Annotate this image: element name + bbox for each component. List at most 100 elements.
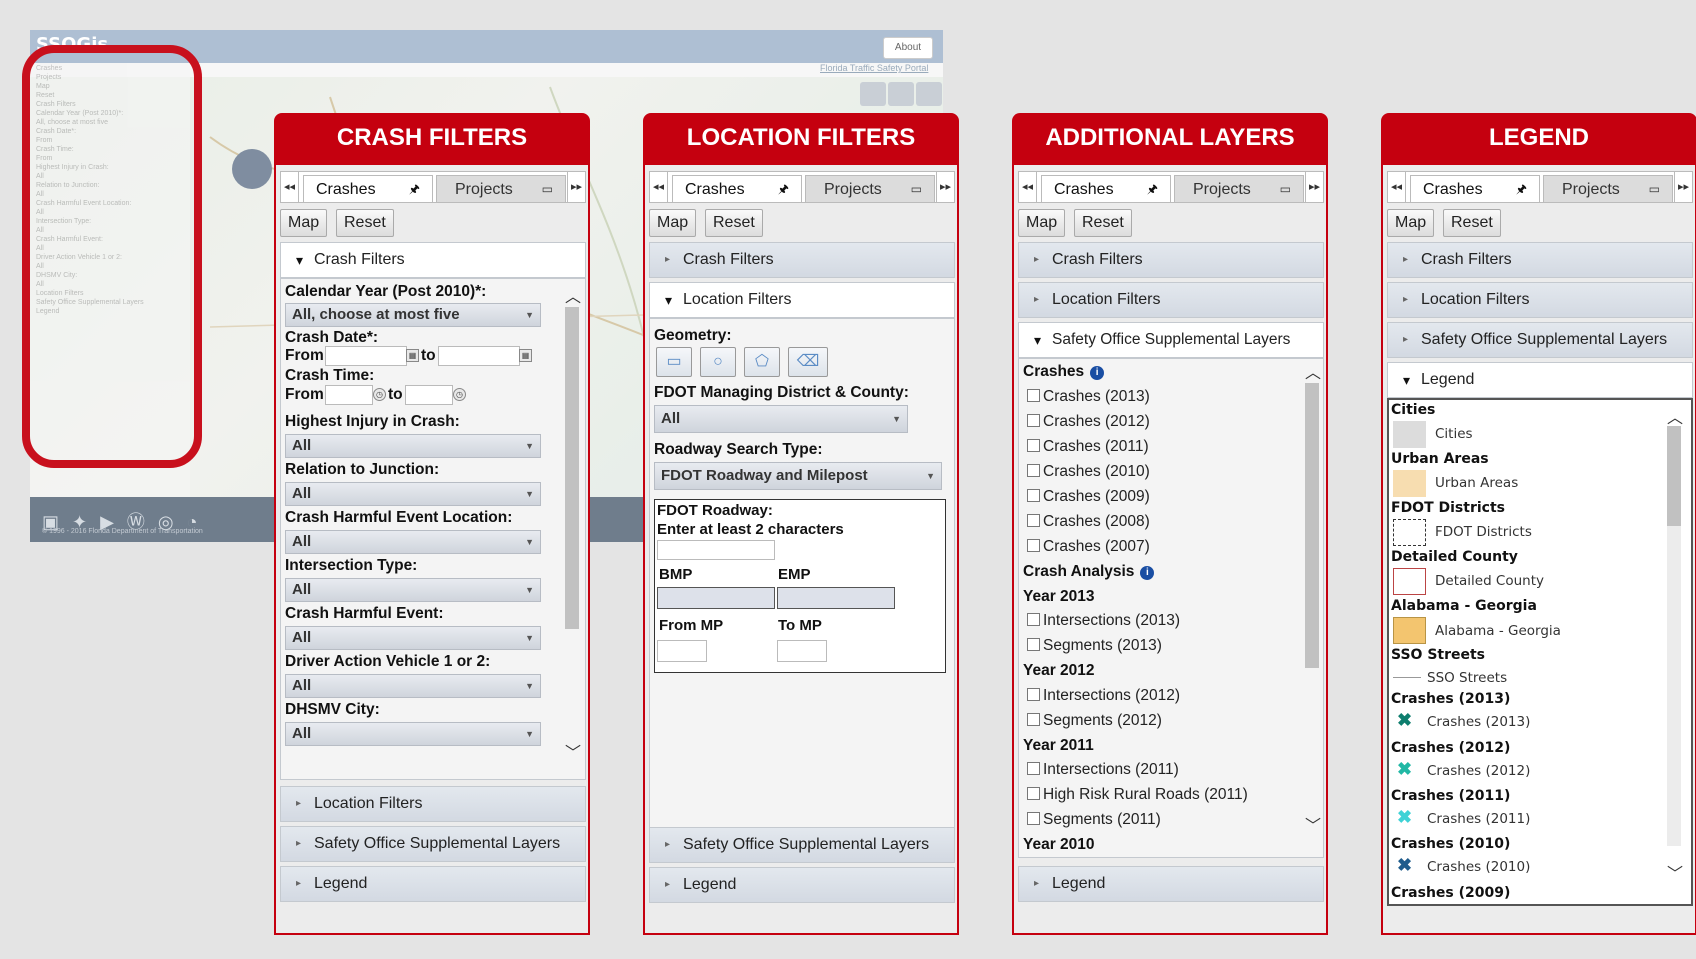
layer-checkbox[interactable]: Segments (2012): [1027, 712, 1162, 730]
map-button[interactable]: Map: [280, 209, 328, 237]
to-mp-input[interactable]: [777, 640, 827, 662]
layer-checkbox[interactable]: Crashes (2009): [1027, 488, 1150, 506]
layer-checkbox[interactable]: Intersections (2012): [1027, 687, 1180, 705]
clock-icon[interactable]: ◷: [373, 388, 386, 401]
scroll-right-icon[interactable]: ▸▸: [1305, 172, 1323, 202]
accordion-legend[interactable]: Legend: [1387, 362, 1693, 398]
clock-icon[interactable]: ◷: [453, 388, 466, 401]
accordion-supplemental-layers[interactable]: Safety Office Supplemental Layers: [1387, 322, 1693, 358]
layer-checkbox[interactable]: Crashes (2013): [1027, 388, 1150, 406]
time-from-input[interactable]: [325, 385, 373, 405]
roadway-input[interactable]: [657, 540, 775, 560]
dhsmv-city-select[interactable]: All ▼: [285, 722, 541, 746]
accordion-location-filters[interactable]: Location Filters: [1387, 282, 1693, 318]
scroll-down-icon[interactable]: ﹀: [1667, 860, 1683, 884]
layer-checkbox[interactable]: High Risk Rural Roads (2011): [1027, 786, 1248, 804]
tab-projects[interactable]: Projects ▭: [1543, 175, 1673, 202]
accordion-crash-filters[interactable]: Crash Filters: [280, 242, 586, 278]
search-type-select[interactable]: FDOT Roadway and Milepost ▼: [654, 462, 942, 490]
layer-checkbox[interactable]: Crashes (2007): [1027, 538, 1150, 556]
tab-crashes[interactable]: Crashes 🖈: [1041, 175, 1171, 202]
about-button[interactable]: About: [883, 37, 933, 59]
layer-checkbox[interactable]: Crashes (2012): [1027, 413, 1150, 431]
highest-injury-select[interactable]: All ▼: [285, 434, 541, 458]
scroll-left-icon[interactable]: ◂◂: [650, 172, 668, 202]
reset-button[interactable]: Reset: [1443, 209, 1501, 237]
reset-button[interactable]: Reset: [705, 209, 763, 237]
scroll-right-icon[interactable]: ▸▸: [567, 172, 585, 202]
map-button[interactable]: Map: [1387, 209, 1435, 237]
accordion-legend[interactable]: Legend: [280, 866, 586, 902]
driver-action-select[interactable]: All ▼: [285, 674, 541, 698]
polygon-icon[interactable]: ⬠: [744, 347, 780, 377]
reset-button[interactable]: Reset: [336, 209, 394, 237]
relation-junction-select[interactable]: All ▼: [285, 482, 541, 506]
scroll-right-icon[interactable]: ▸▸: [1674, 172, 1692, 202]
scroll-up-icon[interactable]: ︿: [1667, 404, 1683, 428]
accordion-supplemental-layers[interactable]: Safety Office Supplemental Layers: [1018, 322, 1324, 358]
accordion-location-filters[interactable]: Location Filters: [1018, 282, 1324, 318]
tab-crashes[interactable]: Crashes 🖈: [1410, 175, 1540, 202]
accordion-crash-filters[interactable]: Crash Filters: [649, 242, 955, 278]
calendar-icon[interactable]: ▦: [519, 349, 532, 362]
accordion-location-filters[interactable]: Location Filters: [649, 282, 955, 318]
map-button[interactable]: Map: [649, 209, 697, 237]
tab-crashes[interactable]: Crashes 🖈: [303, 175, 433, 202]
accordion-legend[interactable]: Legend: [1018, 866, 1324, 902]
scroll-down-icon[interactable]: ﹀: [565, 739, 581, 763]
roadway-box: FDOT Roadway: Enter at least 2 character…: [654, 499, 946, 673]
scrollbar[interactable]: [1305, 383, 1319, 668]
layer-checkbox[interactable]: Segments (2013): [1027, 637, 1162, 655]
harmful-event-location-select[interactable]: All ▼: [285, 530, 541, 554]
map-button[interactable]: Map: [1018, 209, 1066, 237]
layer-checkbox[interactable]: Intersections (2013): [1027, 612, 1180, 630]
map-tool-icon[interactable]: [888, 82, 914, 106]
accordion-crash-filters[interactable]: Crash Filters: [1018, 242, 1324, 278]
scroll-up-icon[interactable]: ︿: [565, 283, 581, 307]
layer-checkbox[interactable]: Segments (2011): [1027, 811, 1161, 829]
harmful-event-select[interactable]: All ▼: [285, 626, 541, 650]
portal-link[interactable]: Florida Traffic Safety Portal: [820, 63, 928, 73]
tab-projects[interactable]: Projects ▭: [1174, 175, 1304, 202]
calendar-year-select[interactable]: All, choose at most five ▼: [285, 303, 541, 327]
tab-projects[interactable]: Projects ▭: [805, 175, 935, 202]
scroll-down-icon[interactable]: ﹀: [1305, 812, 1321, 836]
from-mp-input[interactable]: [657, 640, 707, 662]
scroll-up-icon[interactable]: ︿: [1305, 359, 1321, 383]
accordion-supplemental-layers[interactable]: Safety Office Supplemental Layers: [280, 826, 586, 862]
layer-checkbox[interactable]: Intersections (2011): [1027, 761, 1179, 779]
filter-label: Relation to Junction:: [285, 461, 440, 478]
circle-icon[interactable]: ○: [700, 347, 736, 377]
calendar-icon[interactable]: ▦: [406, 349, 419, 362]
reset-button[interactable]: Reset: [1074, 209, 1132, 237]
info-icon[interactable]: i: [1090, 366, 1105, 380]
accordion-supplemental-layers[interactable]: Safety Office Supplemental Layers: [649, 827, 955, 863]
date-from-input[interactable]: [325, 346, 407, 366]
scroll-left-icon[interactable]: ◂◂: [281, 172, 299, 202]
accordion-crash-filters[interactable]: Crash Filters: [1387, 242, 1693, 278]
accordion-legend[interactable]: Legend: [649, 867, 955, 903]
help-icon[interactable]: [916, 82, 942, 106]
rectangle-icon[interactable]: ▭: [656, 347, 692, 377]
tab-projects[interactable]: Projects ▭: [436, 175, 566, 202]
layer-checkbox[interactable]: Crashes (2008): [1027, 513, 1150, 531]
bmp-input[interactable]: [657, 587, 775, 609]
scrollbar[interactable]: [1667, 426, 1681, 846]
emp-input[interactable]: [777, 587, 895, 609]
layer-checkbox[interactable]: Crashes (2010): [1027, 463, 1150, 481]
accordion-location-filters[interactable]: Location Filters: [280, 786, 586, 822]
layer-checkbox[interactable]: Crashes (2011): [1027, 438, 1149, 456]
date-to-input[interactable]: [438, 346, 520, 366]
scrollbar[interactable]: [565, 307, 579, 629]
map-tool-icon[interactable]: [860, 82, 886, 106]
scroll-right-icon[interactable]: ▸▸: [936, 172, 954, 202]
eraser-icon[interactable]: ⌫: [788, 347, 828, 377]
intersection-type-select[interactable]: All ▼: [285, 578, 541, 602]
district-select[interactable]: All ▼: [654, 405, 908, 433]
time-to-input[interactable]: [405, 385, 453, 405]
scroll-left-icon[interactable]: ◂◂: [1388, 172, 1406, 202]
info-icon[interactable]: i: [1140, 566, 1155, 580]
location-filters-panel: LOCATION FILTERS ◂◂ Crashes 🖈 Projects ▭ ▸…: [643, 113, 959, 935]
scroll-left-icon[interactable]: ◂◂: [1019, 172, 1037, 202]
tab-crashes[interactable]: Crashes 🖈: [672, 175, 802, 202]
